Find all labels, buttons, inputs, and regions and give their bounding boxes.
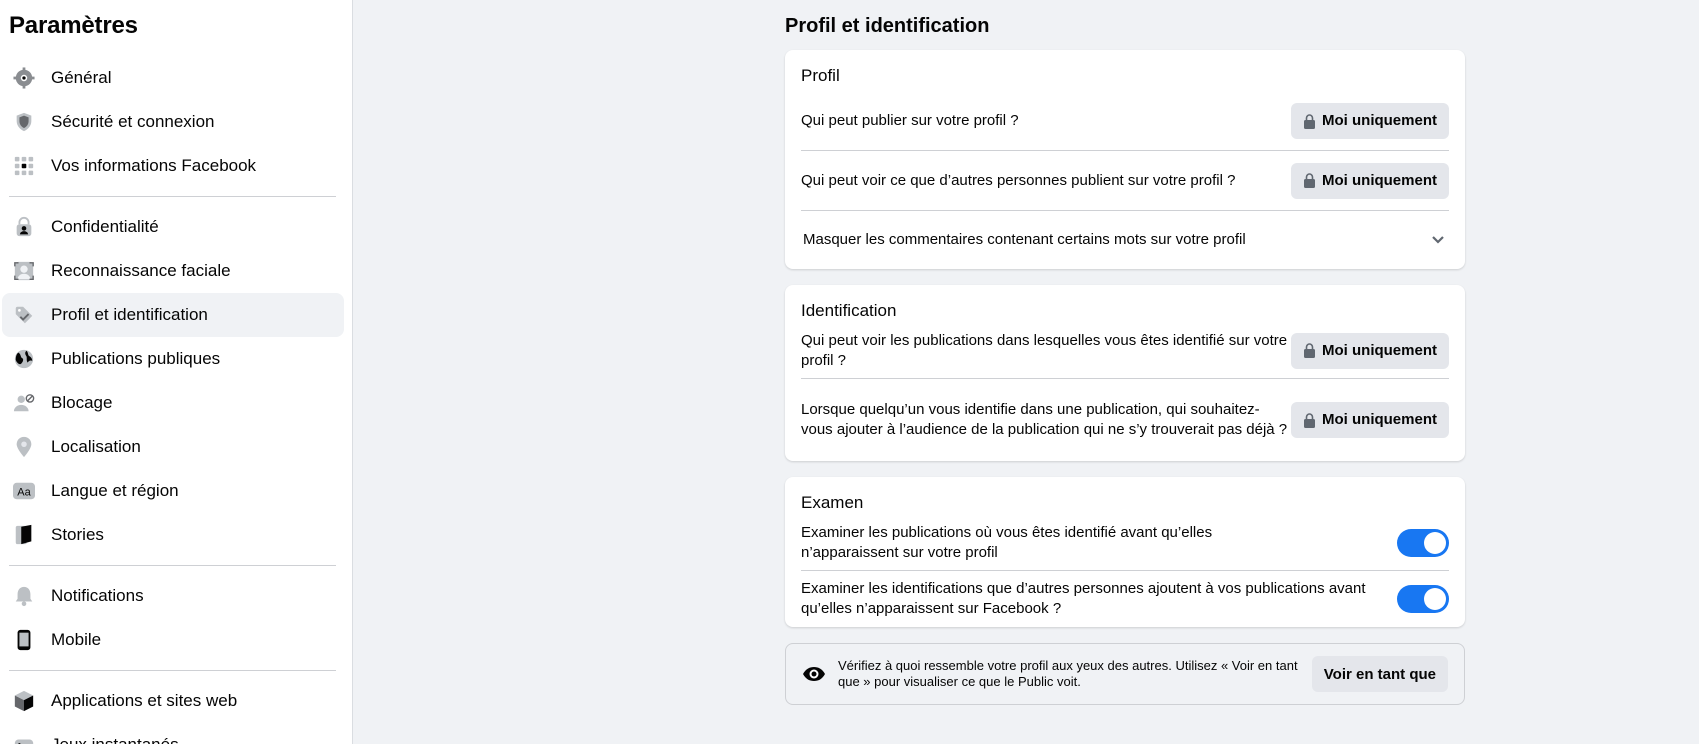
setting-label: Examiner les identifications que d’autre…	[801, 580, 1366, 617]
audience-button-label: Moi uniquement	[1322, 411, 1437, 428]
setting-row: Qui peut publier sur votre profil ? Moi …	[801, 92, 1449, 151]
review-posts-toggle[interactable]	[1397, 528, 1449, 557]
setting-label: Masquer les commentaires contenant certa…	[803, 231, 1246, 248]
sidebar-item-location[interactable]: Localisation	[2, 425, 344, 469]
sidebar-item-label: Reconnaissance faciale	[51, 261, 231, 280]
sidebar-item-face-recognition[interactable]: Reconnaissance faciale	[2, 249, 344, 293]
phone-icon	[12, 628, 36, 652]
sidebar-item-notifications[interactable]: Notifications	[2, 574, 344, 618]
page-title: Profil et identification	[785, 15, 990, 37]
sidebar-item-blocking[interactable]: Blocage	[2, 381, 344, 425]
face-recognition-icon	[12, 259, 36, 283]
cube-icon	[12, 689, 36, 713]
eye-icon	[802, 666, 826, 682]
lock-icon	[1303, 343, 1316, 358]
view-as-description: Vérifiez à quoi ressemble votre profil a…	[838, 658, 1298, 689]
book-icon	[12, 523, 36, 547]
setting-label: Qui peut voir ce que d’autres personnes …	[801, 171, 1236, 189]
sidebar-item-label: Localisation	[51, 437, 141, 456]
audience-button[interactable]: Moi uniquement	[1291, 402, 1449, 438]
sidebar-item-apps-websites[interactable]: Applications et sites web	[2, 679, 344, 723]
sidebar-item-your-information[interactable]: Vos informations Facebook	[2, 144, 344, 188]
shield-icon	[12, 110, 36, 134]
sidebar-item-label: Publications publiques	[51, 349, 221, 368]
sidebar-item-label: Profil et identification	[51, 305, 208, 324]
identification-card: Identification Qui peut voir les publica…	[785, 285, 1465, 461]
sidebar-item-label: Jeux instantanés	[51, 735, 179, 744]
sidebar-item-public-posts[interactable]: Publications publiques	[2, 337, 344, 381]
lock-icon	[1303, 412, 1316, 428]
audience-button[interactable]: Moi uniquement	[1291, 332, 1449, 369]
sidebar-divider	[9, 565, 336, 566]
lock-person-icon	[12, 215, 36, 239]
main-content: Profil et identification Profil Qui peut…	[785, 0, 1465, 705]
audience-button[interactable]: Moi uniquement	[1291, 162, 1449, 199]
sidebar-item-stories[interactable]: Stories	[2, 513, 344, 557]
card-title: Identification	[801, 301, 897, 320]
lock-icon	[1303, 113, 1316, 129]
game-icon	[12, 733, 36, 744]
sidebar-item-label: Vos informations Facebook	[51, 156, 257, 175]
toggle-knob	[1424, 531, 1446, 554]
audience-button-label: Moi uniquement	[1322, 171, 1437, 189]
sidebar-divider	[9, 670, 336, 671]
settings-sidebar: Paramètres Général Sécurité et connexion…	[0, 0, 353, 744]
language-icon: Aa	[12, 479, 36, 503]
setting-row: Examiner les publications où vous êtes i…	[801, 515, 1449, 571]
sidebar-item-label: Sécurité et connexion	[51, 112, 215, 131]
setting-row: Examiner les identifications que d’autre…	[801, 571, 1449, 627]
sidebar-item-label: Applications et sites web	[51, 691, 238, 710]
review-tags-toggle[interactable]	[1397, 585, 1449, 613]
sidebar-item-mobile[interactable]: Mobile	[2, 618, 344, 662]
audience-button-label: Moi uniquement	[1322, 112, 1437, 129]
view-as-button[interactable]: Voir en tant que	[1311, 656, 1448, 692]
setting-row: Qui peut voir les publications dans lesq…	[801, 323, 1449, 379]
setting-row: Qui peut voir ce que d’autres personnes …	[801, 151, 1449, 211]
setting-row: Lorsque quelqu’un vous identifie dans un…	[801, 379, 1449, 461]
sidebar-item-instant-games[interactable]: Jeux instantanés	[2, 723, 344, 744]
card-title: Profil	[801, 66, 840, 85]
audience-button[interactable]: Moi uniquement	[1291, 103, 1449, 139]
review-card: Examen Examiner les publications où vous…	[785, 477, 1465, 627]
bell-icon	[12, 584, 36, 608]
profile-card: Profil Qui peut publier sur votre profil…	[785, 50, 1465, 269]
tag-icon	[12, 303, 36, 327]
grid-icon	[12, 154, 36, 178]
setting-label: Qui peut publier sur votre profil ?	[801, 112, 1019, 129]
sidebar-divider	[9, 196, 336, 197]
audience-button-label: Moi uniquement	[1322, 341, 1437, 359]
sidebar-item-label: Blocage	[51, 393, 113, 412]
sidebar-item-label: Général	[51, 68, 112, 87]
sidebar-item-security[interactable]: Sécurité et connexion	[2, 100, 344, 144]
card-title: Examen	[801, 493, 864, 512]
sidebar-item-label: Mobile	[51, 630, 102, 649]
gear-icon	[12, 66, 36, 90]
location-pin-icon	[12, 435, 36, 459]
sidebar-item-label: Stories	[51, 525, 104, 544]
sidebar-item-language-region[interactable]: Aa Langue et région	[2, 469, 344, 513]
chevron-down-icon	[1431, 235, 1445, 245]
hide-comments-row[interactable]: Masquer les commentaires contenant certa…	[801, 211, 1449, 269]
lock-icon	[1303, 173, 1316, 188]
block-user-icon	[12, 391, 36, 415]
view-as-panel: Vérifiez à quoi ressemble votre profil a…	[785, 643, 1465, 705]
setting-label: Qui peut voir les publications dans lesq…	[801, 331, 1288, 369]
sidebar-item-general[interactable]: Général	[2, 56, 344, 100]
globe-icon	[12, 347, 36, 371]
setting-label: Examiner les publications où vous êtes i…	[801, 523, 1213, 561]
sidebar-title: Paramètres	[9, 12, 138, 39]
sidebar-item-label: Notifications	[51, 586, 144, 605]
sidebar-item-label: Langue et région	[51, 481, 179, 500]
sidebar-item-profile-tagging[interactable]: Profil et identification	[2, 293, 344, 337]
sidebar-item-label: Confidentialité	[51, 217, 159, 236]
toggle-knob	[1424, 588, 1446, 610]
svg-text:Aa: Aa	[17, 487, 31, 499]
setting-label: Lorsque quelqu’un vous identifie dans un…	[801, 401, 1288, 438]
sidebar-item-privacy[interactable]: Confidentialité	[2, 205, 344, 249]
